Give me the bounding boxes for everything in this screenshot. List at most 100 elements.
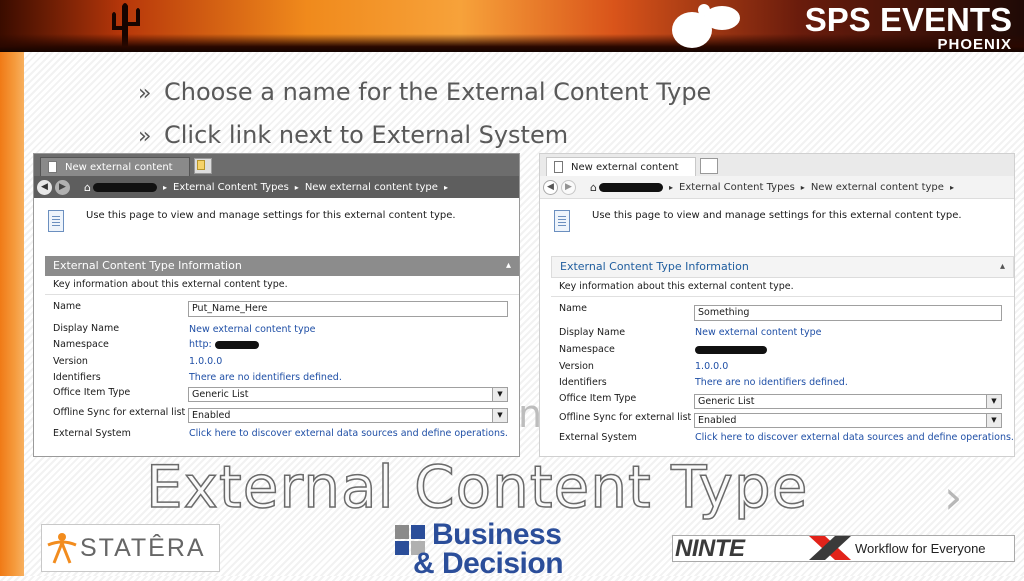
name-input[interactable]: Put_Name_Here — [188, 301, 508, 317]
browser-tab[interactable]: New external content type * — [40, 157, 190, 192]
dropdown-arrow-icon[interactable]: ▼ — [492, 388, 507, 401]
office-item-type-label: Office Item Type — [53, 387, 131, 398]
breadcrumb-separator-icon: ▸ — [800, 182, 805, 192]
breadcrumb-external-content-types[interactable]: External Content Types — [679, 182, 795, 193]
namespace-value[interactable]: http: — [189, 339, 259, 350]
page-info-icon — [554, 210, 570, 232]
slide-title: External Content Type — [145, 452, 809, 522]
dropdown-arrow-icon[interactable]: ▼ — [986, 414, 1001, 427]
bullet-item: » Click link next to External System — [138, 121, 568, 149]
redacted-namespace — [695, 345, 767, 354]
new-tab-icon — [197, 160, 205, 170]
section-description: Key information about this external cont… — [45, 276, 519, 295]
collapse-icon[interactable]: ▴ — [1000, 257, 1005, 277]
breadcrumb-current[interactable]: New external content type — [305, 182, 438, 193]
namespace-value[interactable] — [695, 344, 767, 355]
redacted-namespace — [214, 340, 259, 349]
name-label: Name — [53, 301, 82, 312]
section-title: External Content Type Information — [560, 260, 749, 273]
redacted-site-name — [598, 182, 663, 192]
sps-logo-icon — [672, 4, 740, 48]
identifiers-link[interactable]: There are no identifiers defined. — [695, 377, 848, 388]
breadcrumb-separator-icon: ▸ — [668, 182, 673, 192]
version-label: Version — [53, 356, 88, 367]
office-item-type-select[interactable]: Generic List ▼ — [188, 387, 508, 402]
offline-sync-select[interactable]: Enabled ▼ — [694, 413, 1002, 428]
offline-sync-select[interactable]: Enabled ▼ — [188, 408, 508, 423]
page-info-icon — [48, 210, 64, 232]
breadcrumb-separator-icon: ▸ — [443, 182, 448, 192]
document-icon — [48, 161, 57, 173]
ect-info-section: External Content Type Information ▴ Key … — [551, 256, 1014, 456]
section-header[interactable]: External Content Type Information ▴ — [45, 256, 519, 276]
forward-button[interactable]: ▶ — [55, 179, 70, 195]
display-name-label: Display Name — [53, 323, 120, 334]
faint-background-letter: n — [518, 392, 543, 436]
external-system-link[interactable]: Click here to discover external data sou… — [695, 432, 1014, 443]
office-item-type-value: Generic List — [698, 396, 755, 407]
page-info-text: Use this page to view and manage setting… — [592, 210, 962, 221]
browser-tab-bar: New external content type * — [34, 154, 519, 192]
bullet-marker: » — [138, 81, 152, 106]
offline-sync-label: Offline Sync for external list — [53, 407, 186, 418]
next-chevron-icon[interactable]: › — [944, 472, 962, 522]
offline-sync-value: Enabled — [192, 410, 231, 421]
external-system-label: External System — [53, 428, 131, 439]
nintex-logo: NINTE Workflow for Everyone — [672, 535, 1015, 562]
breadcrumb-separator-icon: ▸ — [949, 182, 954, 192]
name-input[interactable]: Something — [694, 305, 1002, 321]
screenshot-panel-right: New external content type * ◀ ▶ ⌂ ▸ Exte… — [539, 153, 1015, 457]
section-header[interactable]: External Content Type Information ▴ — [551, 256, 1014, 278]
header-banner: SPS EVENTS PHOENIX — [0, 0, 1024, 53]
display-name-link[interactable]: New external content type — [189, 324, 315, 335]
dropdown-arrow-icon[interactable]: ▼ — [986, 395, 1001, 408]
statera-logo: STATÊRA — [41, 524, 220, 572]
statera-figure-icon — [47, 533, 77, 564]
version-value: 1.0.0.0 — [189, 356, 223, 367]
dropdown-arrow-icon[interactable]: ▼ — [492, 409, 507, 422]
breadcrumb-current[interactable]: New external content type — [811, 182, 944, 193]
breadcrumb-separator-icon: ▸ — [294, 182, 299, 192]
offline-sync-label: Offline Sync for external list — [559, 412, 692, 423]
forward-button[interactable]: ▶ — [561, 179, 576, 195]
back-button[interactable]: ◀ — [37, 179, 52, 195]
nintex-x-icon — [809, 536, 851, 560]
namespace-label: Namespace — [559, 344, 615, 355]
redacted-site-name — [92, 182, 157, 192]
browser-tab-bar: New external content type * — [540, 154, 1014, 192]
breadcrumb-bar: ◀ ▶ ⌂ ▸ External Content Types ▸ New ext… — [34, 176, 519, 198]
bullet-item: » Choose a name for the External Content … — [138, 78, 711, 106]
left-accent-bar — [0, 52, 24, 576]
document-icon — [554, 161, 563, 173]
breadcrumb-separator-icon: ▸ — [162, 182, 167, 192]
back-button[interactable]: ◀ — [543, 179, 558, 195]
new-tab-button[interactable] — [194, 158, 212, 174]
bullet-text: Choose a name for the External Content T… — [164, 78, 712, 106]
nintex-wordmark: NINTE — [675, 535, 745, 562]
collapse-icon[interactable]: ▴ — [506, 256, 511, 276]
section-description: Key information about this external cont… — [551, 278, 1014, 297]
namespace-label: Namespace — [53, 339, 109, 350]
new-tab-button[interactable] — [700, 158, 718, 174]
external-system-label: External System — [559, 432, 637, 443]
brand-subtitle: PHOENIX — [937, 36, 1012, 53]
office-item-type-value: Generic List — [192, 389, 249, 400]
bullet-marker: » — [138, 124, 152, 149]
breadcrumb-external-content-types[interactable]: External Content Types — [173, 182, 289, 193]
name-label: Name — [559, 303, 588, 314]
namespace-prefix: http: — [189, 339, 212, 350]
display-name-link[interactable]: New external content type — [695, 327, 821, 338]
office-item-type-label: Office Item Type — [559, 393, 637, 404]
browser-tab[interactable]: New external content type * — [546, 157, 696, 192]
version-label: Version — [559, 361, 594, 372]
home-icon[interactable]: ⌂ — [84, 181, 91, 194]
identifiers-link[interactable]: There are no identifiers defined. — [189, 372, 342, 383]
office-item-type-select[interactable]: Generic List ▼ — [694, 394, 1002, 409]
section-title: External Content Type Information — [53, 259, 242, 272]
external-system-link[interactable]: Click here to discover external data sou… — [189, 428, 508, 439]
statera-wordmark: STATÊRA — [80, 534, 206, 562]
nintex-tagline: Workflow for Everyone — [855, 541, 986, 556]
offline-sync-value: Enabled — [698, 415, 737, 426]
brand-title: SPS EVENTS — [804, 1, 1012, 38]
home-icon[interactable]: ⌂ — [590, 181, 597, 194]
